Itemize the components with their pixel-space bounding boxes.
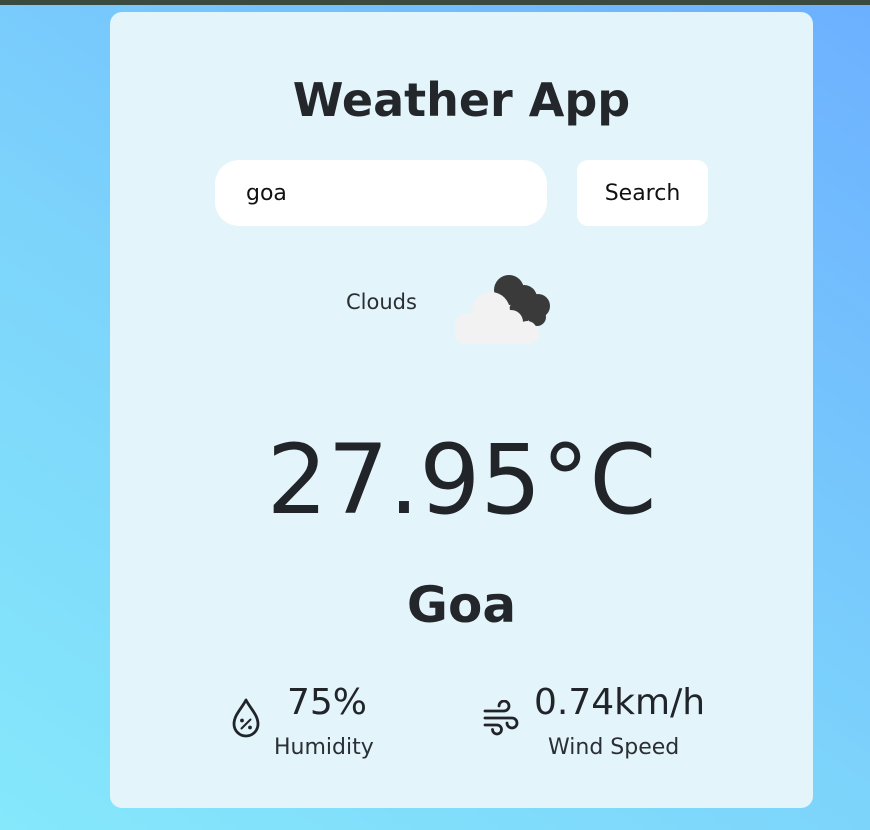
weather-condition-label: Clouds [346, 290, 417, 314]
wind-speed-label: Wind Speed [548, 735, 680, 760]
wind-icon [483, 700, 519, 736]
city-search-input[interactable] [215, 160, 547, 226]
weather-card: Weather App Search Clouds 27.95°C Goa 75… [110, 12, 813, 808]
wind-speed-value: 0.74km/h [534, 682, 706, 723]
app-title: Weather App [292, 73, 631, 127]
city-name: Goa [406, 576, 517, 634]
window-top-strip [0, 0, 870, 5]
humidity-drop-icon [232, 698, 260, 738]
humidity-label: Humidity [274, 735, 374, 760]
clouds-icon [455, 275, 550, 344]
temperature-value: 27.95°C [266, 424, 657, 536]
humidity-value: 75% [287, 682, 368, 723]
search-button[interactable]: Search [577, 160, 708, 226]
